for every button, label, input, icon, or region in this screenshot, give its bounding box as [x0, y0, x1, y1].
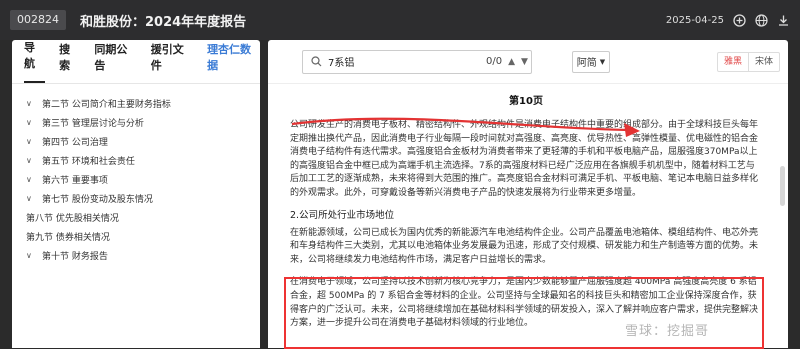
outer-gutter: [788, 40, 800, 348]
chevron-down-icon[interactable]: ∨: [26, 118, 36, 127]
chevron-down-icon[interactable]: ∨: [26, 99, 36, 108]
toc-item-section-7[interactable]: ∨ 第七节 股份变动及股东情况: [12, 189, 260, 208]
sidebar: 导航 搜索 同期公告 援引文件 理杏仁数据 ∨ 第二节 公司简介和主要财务指标 ∨…: [12, 40, 260, 348]
top-bar-right: 2025-04-25: [666, 0, 790, 40]
scrollbar-thumb[interactable]: [780, 166, 785, 206]
table-of-contents: ∨ 第二节 公司简介和主要财务指标 ∨ 第三节 管理层讨论与分析 ∨ 第四节 公司治理…: [12, 84, 260, 265]
search-input[interactable]: [328, 56, 478, 67]
chevron-down-icon[interactable]: ▼: [521, 57, 528, 67]
paragraph-consumer-electronics-products: 公司研发生产的消费电子板材、精密结构件、外观结构件是消费电子结构件中重要的组成部…: [290, 120, 759, 198]
top-bar: 002824 和胜股份：2024年年度报告 2025-04-25: [0, 0, 800, 40]
watermark: 雪球：挖掘哥: [625, 324, 710, 339]
search-box[interactable]: 0/0 ▲ ▼: [302, 49, 532, 74]
document-title: 和胜股份：2024年年度报告: [80, 14, 247, 30]
toc-item-section-10[interactable]: ∨ 第十节 财务报告: [12, 246, 260, 265]
toc-item-section-9[interactable]: 第九节 债券相关情况: [12, 227, 260, 246]
toc-item-section-3[interactable]: ∨ 第三节 管理层讨论与分析: [12, 113, 260, 132]
sidebar-tabs: 导航 搜索 同期公告 援引文件 理杏仁数据: [12, 40, 260, 84]
page-number: 第10页: [509, 96, 543, 107]
tab-navigation[interactable]: 导航: [24, 40, 46, 83]
caret-down-icon: ▼: [599, 57, 606, 66]
chevron-up-icon[interactable]: ▲: [508, 57, 515, 67]
search-icon: [311, 56, 322, 67]
section-heading-market-position: 2.公司所处行业市场地位: [290, 209, 395, 221]
globe-icon[interactable]: [755, 13, 768, 27]
add-circle-icon[interactable]: [733, 13, 746, 27]
toc-item-section-2[interactable]: ∨ 第二节 公司简介和主要财务指标: [12, 94, 260, 113]
chevron-down-icon[interactable]: ∨: [26, 194, 36, 203]
toc-item-section-6[interactable]: ∨ 第六节 重要事项: [12, 170, 260, 189]
stock-code-badge: 002824: [10, 10, 66, 30]
download-icon[interactable]: [777, 14, 790, 27]
toc-item-section-5[interactable]: ∨ 第五节 环境和社会责任: [12, 151, 260, 170]
font-toggle[interactable]: 雅黑 宋体: [716, 51, 780, 72]
paragraph-new-energy: 在新能源领域，公司已成长为国内优秀的新能源汽车电池结构件企业。公司产品覆盖电池箱…: [290, 227, 759, 265]
toc-item-section-8[interactable]: 第八节 优先股相关情况: [12, 208, 260, 227]
search-result-count: 0/0: [486, 56, 503, 67]
toc-item-section-4[interactable]: ∨ 第四节 公司治理: [12, 132, 260, 151]
tab-lixinger-data[interactable]: 理杏仁数据: [207, 41, 260, 83]
publish-date: 2025-04-25: [665, 14, 724, 26]
reader-toolbar: 0/0 ▲ ▼ 阿简 ▼ 雅黑 宋体: [268, 40, 788, 84]
tab-search[interactable]: 搜索: [59, 41, 80, 83]
font-option-songti[interactable]: 宋体: [749, 53, 779, 71]
tab-concurrent-announcements[interactable]: 同期公告: [94, 41, 136, 83]
chevron-down-icon[interactable]: ∨: [26, 156, 36, 165]
chevron-down-icon[interactable]: ∨: [26, 137, 36, 146]
chevron-down-icon[interactable]: ∨: [26, 251, 36, 260]
tab-cited-files[interactable]: 援引文件: [151, 41, 193, 83]
chevron-down-icon[interactable]: ∨: [26, 175, 36, 184]
font-select[interactable]: 阿简 ▼: [572, 50, 610, 73]
font-option-yahei[interactable]: 雅黑: [718, 52, 749, 71]
